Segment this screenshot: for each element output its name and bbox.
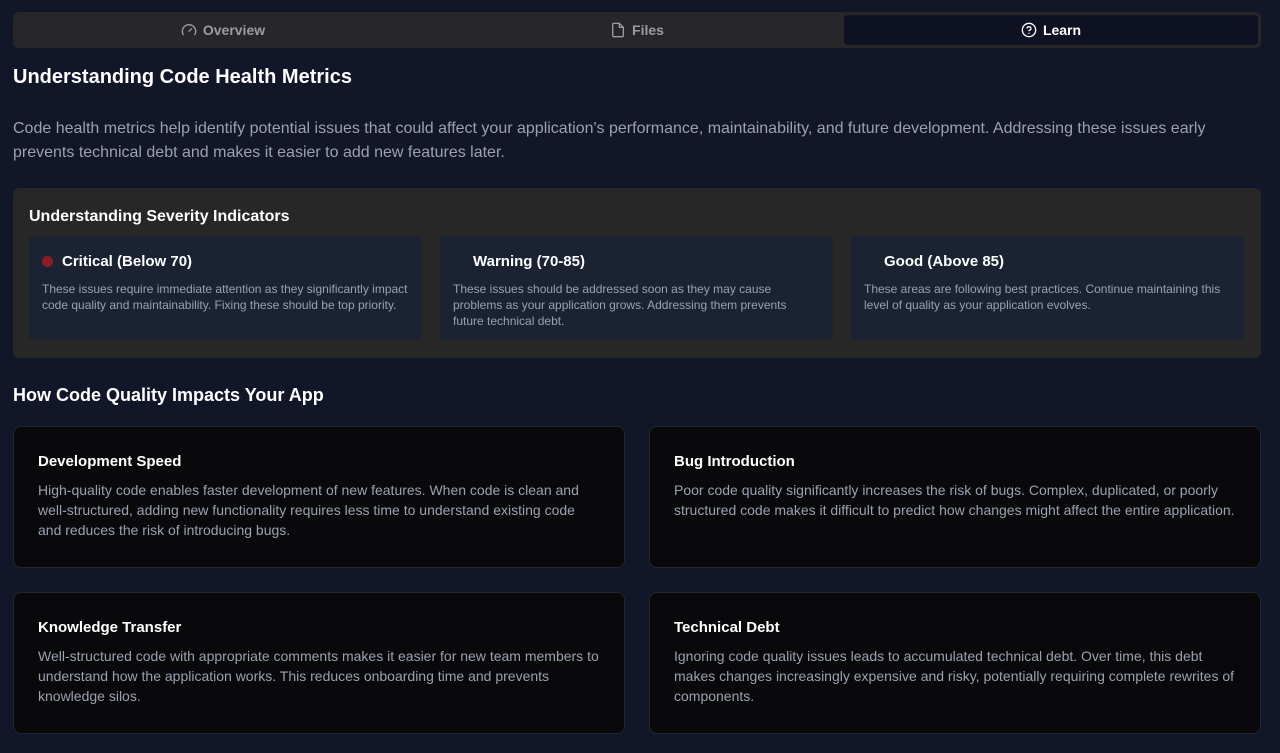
impact-card-description: Well-structured code with appropriate co… (38, 648, 599, 704)
tab-learn[interactable]: Learn (844, 15, 1258, 45)
file-icon (612, 22, 625, 38)
severity-card-good: Good (Above 85) These areas are followin… (851, 236, 1244, 340)
severity-card-title: Critical (Below 70) (62, 252, 193, 270)
tab-learn-label: Learn (1042, 22, 1082, 38)
impact-card-title: Technical Debt (674, 619, 780, 636)
tab-bar: Overview Files Learn (13, 12, 1261, 48)
impact-section-title: How Code Quality Impacts Your App (13, 385, 324, 405)
severity-card-title: Good (Above 85) (884, 252, 1005, 270)
tab-files-label: Files (632, 22, 664, 38)
warning-dot-icon (453, 256, 464, 267)
severity-card-title: Warning (70-85) (473, 252, 585, 270)
critical-dot-icon (42, 255, 53, 267)
tab-overview[interactable]: Overview (16, 15, 430, 45)
impact-card-technical-debt: Technical Debt Ignoring code quality iss… (649, 592, 1261, 734)
severity-card-warning: Warning (70-85) These issues should be a… (440, 236, 833, 340)
good-dot-icon (864, 256, 875, 267)
page-title: Understanding Code Health Metrics (13, 66, 352, 88)
severity-card-description: These areas are following best practices… (864, 282, 1221, 312)
severity-card-description: These issues should be addressed soon as… (453, 282, 787, 328)
severity-card-description: These issues require immediate attention… (42, 282, 408, 312)
severity-card-critical: Critical (Below 70) These issues require… (29, 236, 422, 340)
tab-files[interactable]: Files (430, 15, 844, 45)
impact-card-description: High-quality code enables faster develop… (38, 482, 579, 538)
intro-text: Code health metrics help identify potent… (13, 120, 1206, 161)
severity-section: Understanding Severity Indicators Critic… (13, 188, 1261, 358)
impact-card-bug-introduction: Bug Introduction Poor code quality signi… (649, 426, 1261, 568)
impact-card-title: Knowledge Transfer (38, 619, 182, 636)
page: Overview Files Learn Understanding Code … (0, 0, 1280, 753)
gauge-icon (181, 24, 197, 36)
impact-card-title: Development Speed (38, 453, 182, 470)
impact-card-knowledge-transfer: Knowledge Transfer Well-structured code … (13, 592, 625, 734)
impact-card-description: Ignoring code quality issues leads to ac… (674, 648, 1235, 704)
tab-overview-label: Overview (202, 22, 266, 38)
impact-card-description: Poor code quality significantly increase… (674, 482, 1235, 518)
impact-card-development-speed: Development Speed High-quality code enab… (13, 426, 625, 568)
help-circle-icon (1021, 22, 1037, 38)
impact-card-title: Bug Introduction (674, 453, 795, 470)
severity-title: Understanding Severity Indicators (29, 208, 290, 225)
